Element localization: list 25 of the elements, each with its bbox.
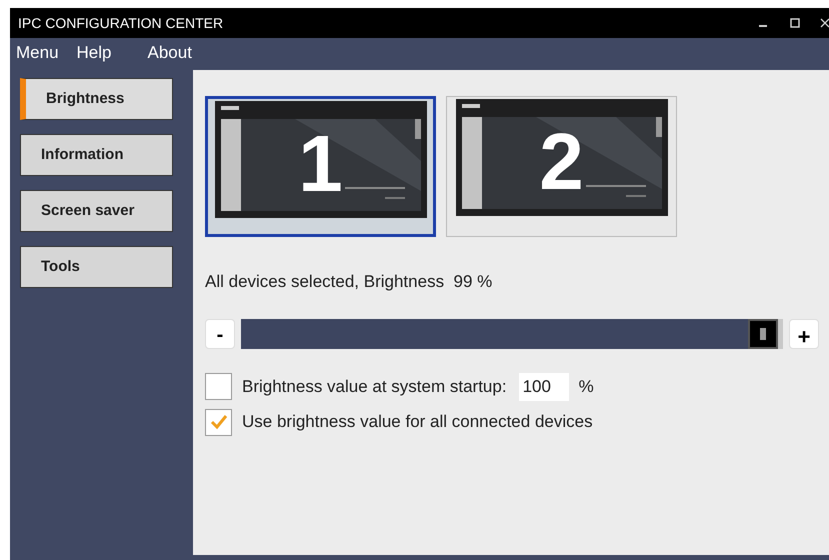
monitor-tile[interactable]: 2 [446,96,677,237]
sidebar-item[interactable]: Information [20,134,173,176]
checkbox[interactable] [205,408,232,436]
value-input[interactable]: 100 [518,372,569,400]
monitor-number: 2 [539,122,584,202]
maximize-icon[interactable] [790,18,800,28]
close-icon[interactable] [820,18,829,28]
menu-item[interactable]: Menu [16,40,59,66]
checkbox-label: Use brightness value for all connected devices [242,411,593,434]
sidebar-item[interactable]: Tools [20,246,173,288]
status-text: All devices selected, Brightness 99 % [205,271,494,293]
window-title: IPC CONFIGURATION CENTER [18,14,224,32]
decrease-button[interactable]: - [205,318,235,348]
menu-item[interactable]: Help [76,40,112,66]
sidebar-item[interactable]: Brightness [20,78,173,120]
monitor-tile[interactable]: 1 [205,96,436,237]
checkmark-icon [210,414,228,430]
unit-label: % [578,376,594,398]
slider-thumb[interactable] [748,318,778,348]
increase-button[interactable]: + [789,318,819,348]
checkbox[interactable] [205,373,232,400]
menu-item[interactable]: About [148,40,192,66]
checkbox-label: Brightness value at system startup: [242,376,507,398]
monitor-number: 1 [298,124,343,204]
sidebar-item[interactable]: Screen saver [20,190,173,232]
